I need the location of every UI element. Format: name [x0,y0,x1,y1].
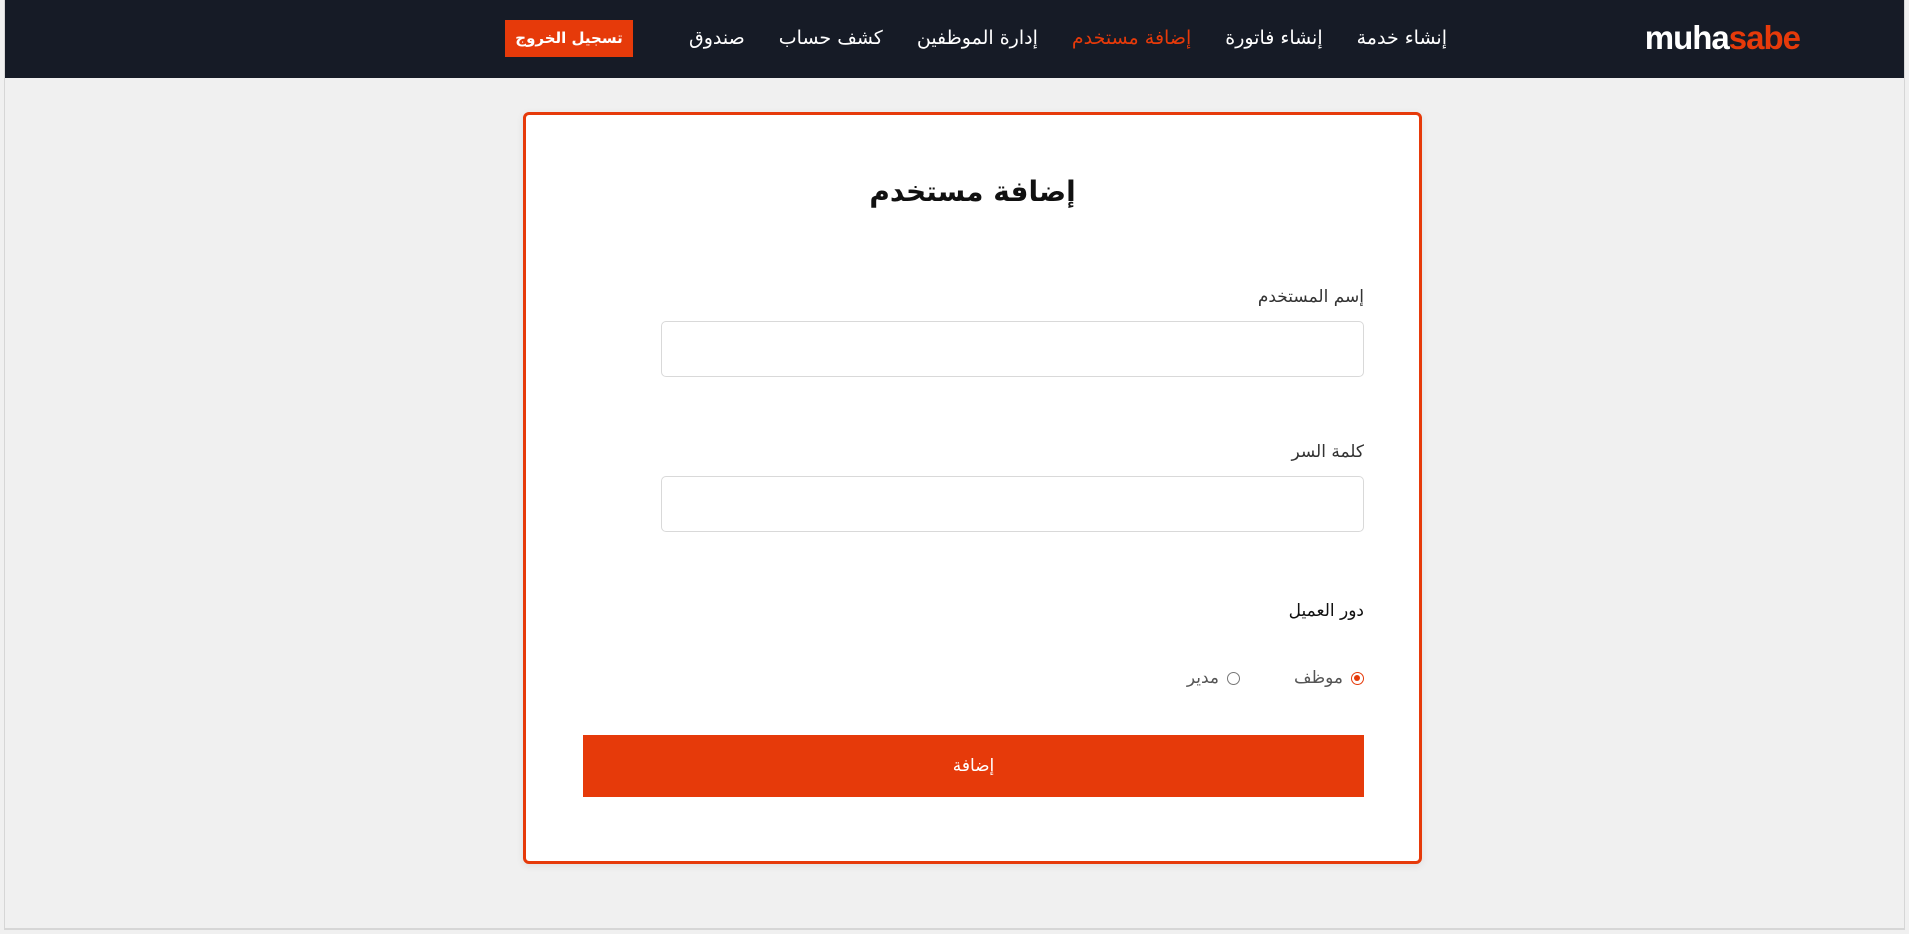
form-title: إضافة مستخدم [869,175,1076,208]
nav-link-add-user[interactable]: إضافة مستخدم [1072,27,1191,49]
logout-button[interactable]: تسجيل الخروج [505,19,634,57]
role-option-manager[interactable]: مدير [1187,668,1240,688]
page: muhasabe إنشاء خدمة إنشاء فاتورة إضافة م… [4,0,1905,930]
role-label: دور العميل [1288,601,1364,621]
username-input[interactable] [661,321,1364,377]
role-option-employee-label: موظف [1293,668,1343,688]
top-navbar: muhasabe إنشاء خدمة إنشاء فاتورة إضافة م… [5,0,1904,78]
nav-links: إنشاء خدمة إنشاء فاتورة إضافة مستخدم إدا… [505,18,1447,58]
role-option-manager-label: مدير [1186,668,1219,688]
add-submit-button[interactable]: إضافة [583,735,1364,797]
brand-logo[interactable]: muhasabe [1644,18,1801,58]
username-label: إسم المستخدم [1257,287,1364,307]
nav-link-cashbox[interactable]: صندوق [689,27,745,49]
nav-link-create-invoice[interactable]: إنشاء فاتورة [1225,27,1322,49]
radio-manager[interactable] [1226,671,1240,685]
brand-logo-part1: muha [1644,19,1730,56]
password-label: كلمة السر [1291,442,1364,462]
password-input[interactable] [661,476,1364,532]
nav-link-create-service[interactable]: إنشاء خدمة [1357,27,1447,49]
radio-employee[interactable] [1351,671,1364,685]
role-radio-group: موظف مدير [1187,668,1364,688]
nav-link-manage-employees[interactable]: إدارة الموظفين [917,27,1038,49]
role-option-employee[interactable]: موظف [1294,668,1364,688]
brand-logo-part2: sabe [1728,19,1801,56]
add-user-form-card: إضافة مستخدم إسم المستخدم كلمة السر دور … [523,112,1422,864]
nav-link-account-statement[interactable]: كشف حساب [779,27,883,49]
